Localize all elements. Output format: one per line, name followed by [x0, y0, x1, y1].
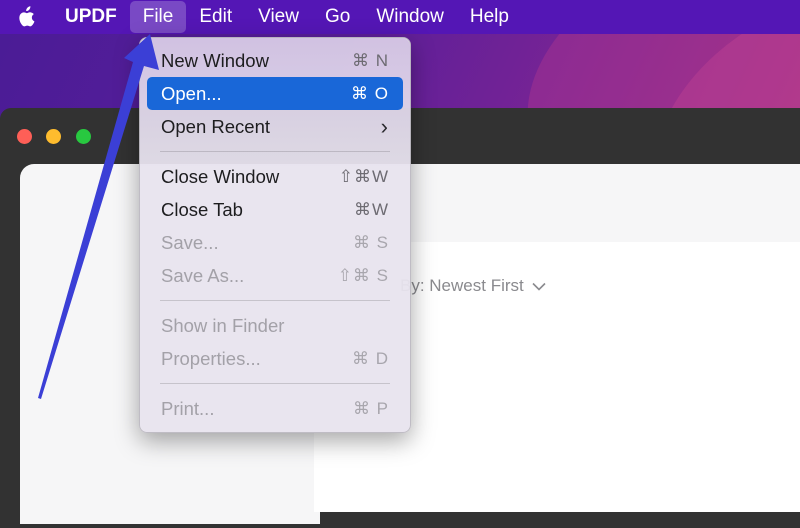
annotation-arrow-icon — [38, 34, 159, 399]
